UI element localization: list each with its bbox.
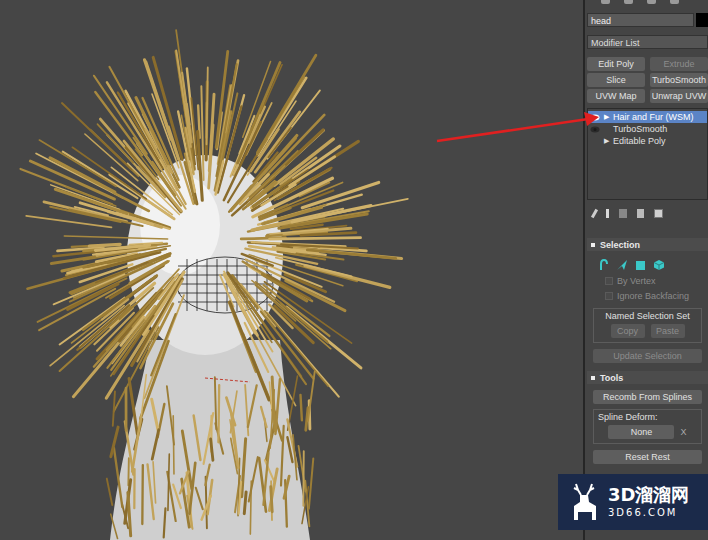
expander-arrow[interactable]: ▶ [601, 113, 611, 121]
stack-item[interactable]: ▶Editable Poly [588, 135, 707, 147]
red-arrow-icon [0, 0, 708, 540]
stack-item[interactable]: TurboSmooth [588, 123, 707, 135]
selection-level-icons [593, 257, 702, 273]
modifier-button[interactable]: Extrude [650, 57, 708, 71]
stack-item[interactable]: ▶Hair and Fur (WSM) [588, 111, 707, 123]
face-level-icon[interactable] [635, 260, 646, 271]
create-tab-icon[interactable] [601, 0, 610, 4]
panel-tabs [587, 0, 708, 6]
named-selection-set-group: Named Selection SetCopyPaste [593, 308, 702, 343]
modify-tab-icon[interactable] [624, 0, 633, 4]
tip-level-icon[interactable] [616, 259, 628, 271]
pin-stack-icon[interactable] [591, 208, 598, 217]
hierarchy-tab-icon[interactable] [647, 0, 656, 4]
modifier-list-dropdown[interactable]: Modifier List [587, 35, 708, 49]
tools-rollout: Recomb From SplinesSpline Deform:NoneXRe… [587, 384, 708, 464]
modifier-button[interactable]: Slice [587, 73, 645, 87]
modifier-button[interactable]: UVW Map [587, 89, 645, 103]
eye-icon[interactable] [590, 114, 600, 121]
named-set-button[interactable]: Paste [651, 324, 685, 338]
max-window: head Modifier List Edit Poly Extrude Slice Tu… [0, 0, 708, 540]
update-selection-button[interactable]: Update Selection [593, 349, 702, 363]
tools-rollout-header[interactable]: Tools [587, 371, 708, 384]
modifier-buttons: Edit Poly Extrude Slice TurboSmooth UVW Map U… [587, 57, 708, 103]
checkbox[interactable] [605, 292, 613, 300]
stack-toolbar [587, 206, 708, 220]
viewport[interactable] [0, 0, 583, 540]
modifier-stack: ▶Hair and Fur (WSM)TurboSmooth▶Editable … [587, 108, 708, 200]
guide-level-icon[interactable] [599, 259, 609, 271]
deer-logo-icon [564, 480, 604, 524]
configure-sets-icon[interactable] [654, 209, 663, 218]
named-set-button[interactable]: Copy [611, 324, 645, 338]
clear-spline-button[interactable]: X [680, 427, 686, 437]
expander-arrow[interactable]: ▶ [601, 137, 611, 145]
spline-pick-button[interactable]: None [608, 425, 674, 439]
spline-deform-group: Spline Deform:NoneX [593, 409, 702, 444]
selection-rollout: By VertexIgnore BackfacingNamed Selectio… [587, 251, 708, 363]
checkbox[interactable] [605, 277, 613, 285]
recomb-button[interactable]: Recomb From Splines [593, 390, 702, 404]
fur-head-icon [0, 0, 583, 540]
motion-tab-icon[interactable] [670, 0, 679, 4]
object-color-swatch[interactable] [696, 13, 708, 27]
modifier-button[interactable]: Unwrap UVW [650, 89, 708, 103]
eye-icon[interactable] [590, 126, 600, 133]
name-row: head [587, 13, 708, 27]
modifier-button[interactable]: TurboSmooth [650, 73, 708, 87]
modifier-button[interactable]: Edit Poly [587, 57, 645, 71]
command-panel: head Modifier List Edit Poly Extrude Slice Tu… [585, 0, 708, 540]
watermark: 3D溜溜网3D66.COM [558, 474, 708, 530]
reset-rest-button[interactable]: Reset Rest [593, 450, 702, 464]
make-unique-icon[interactable] [619, 209, 627, 218]
selection-rollout-header[interactable]: Selection [587, 238, 708, 251]
show-end-result-icon[interactable] [606, 209, 609, 218]
remove-modifier-icon[interactable] [637, 209, 644, 218]
checkbox-row[interactable]: By Vertex [593, 273, 702, 288]
checkbox-row[interactable]: Ignore Backfacing [593, 288, 702, 303]
object-name-field[interactable]: head [587, 13, 694, 27]
element-level-icon[interactable] [653, 259, 665, 271]
